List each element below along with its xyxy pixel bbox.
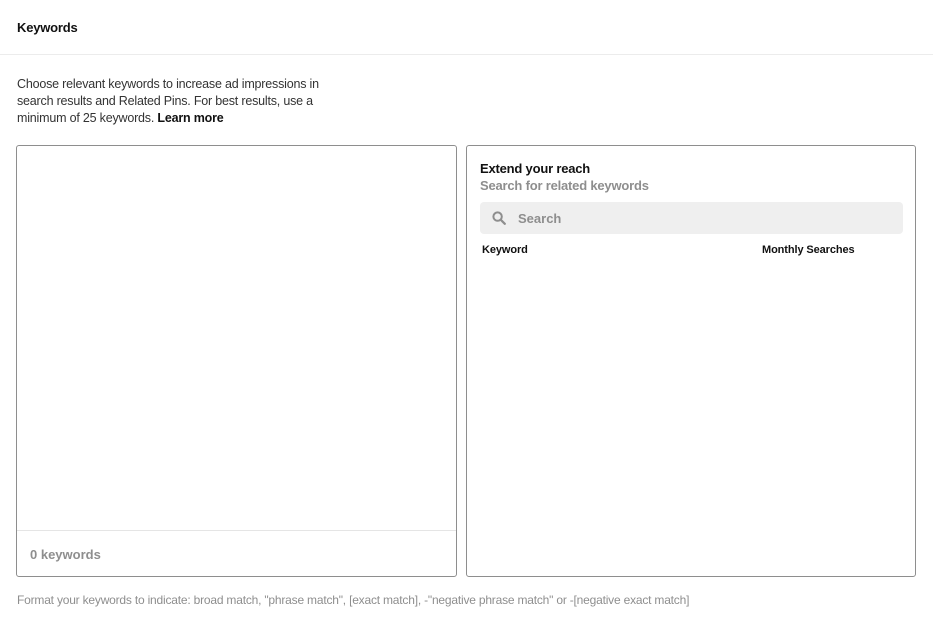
keyword-count: 0 keywords: [30, 547, 101, 562]
keywords-panel: 0 keywords: [16, 145, 457, 577]
keywords-footer: 0 keywords: [17, 530, 456, 576]
reach-subtitle: Search for related keywords: [480, 178, 649, 193]
search-bar[interactable]: [480, 202, 903, 234]
keywords-input[interactable]: [17, 146, 456, 531]
search-icon: [492, 211, 506, 225]
section-title: Keywords: [17, 20, 78, 35]
column-header-monthly-searches: Monthly Searches: [762, 244, 855, 256]
intro-description: Choose relevant keywords to increase ad …: [17, 76, 327, 127]
reach-title: Extend your reach: [480, 161, 591, 176]
related-keywords-search-input[interactable]: [518, 202, 893, 234]
section-header: Keywords: [0, 0, 933, 55]
column-header-keyword: Keyword: [482, 244, 528, 256]
extend-reach-panel: Extend your reach Search for related key…: [466, 145, 916, 577]
format-hint: Format your keywords to indicate: broad …: [17, 593, 690, 607]
learn-more-link[interactable]: Learn more: [157, 111, 223, 125]
